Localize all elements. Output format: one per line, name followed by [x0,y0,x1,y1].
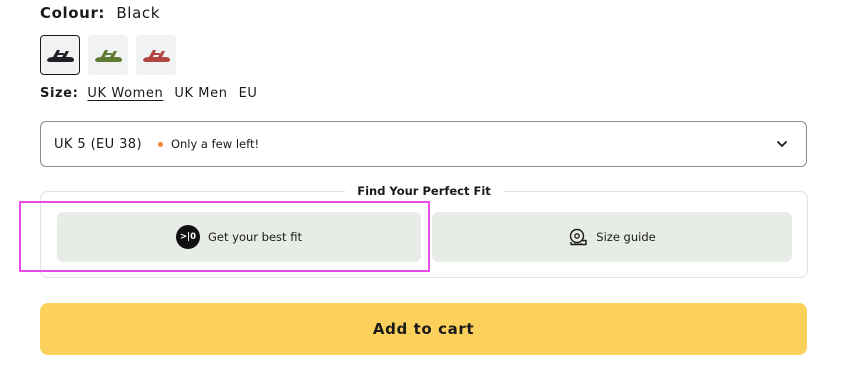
colour-value: Black [116,4,161,22]
find-fit-title: Find Your Perfect Fit [345,184,503,198]
size-option-uk-women[interactable]: UK Women [87,86,163,101]
product-options-panel: Colour: Black Size: UK Women UK Men EU U… [0,0,847,377]
swatch-black[interactable] [40,35,80,75]
swatch-olive[interactable] [88,35,128,75]
size-option-uk-men[interactable]: UK Men [174,86,227,101]
measuring-tape-icon [570,228,587,246]
get-best-fit-button[interactable]: >|0 Get your best fit [57,212,421,262]
chevron-down-icon [777,141,787,147]
size-guide-button[interactable]: Size guide [432,212,792,262]
size-option-eu[interactable]: EU [239,86,258,101]
colour-label: Colour: [40,4,106,22]
find-fit-panel: Find Your Perfect Fit >|0 Get your best … [40,184,808,278]
size-select-value: UK 5 (EU 38) [54,136,142,152]
get-best-fit-label: Get your best fit [208,230,302,244]
size-label: Size: [40,86,79,101]
sandal-red-icon [143,50,170,62]
stock-status-dot [157,141,163,147]
size-guide-label: Size guide [596,230,656,244]
sandal-black-icon [47,50,74,62]
size-select[interactable]: UK 5 (EU 38) Only a few left! [40,121,807,167]
stock-note: Only a few left! [170,137,260,151]
size-row: Size: UK Women UK Men EU [40,86,269,101]
swatch-red[interactable] [136,35,176,75]
add-to-cart-button[interactable]: Add to cart [40,303,807,355]
colour-row: Colour: Black [40,4,160,22]
best-fit-logo-icon: >|0 [176,225,201,249]
sandal-olive-icon [95,50,122,62]
